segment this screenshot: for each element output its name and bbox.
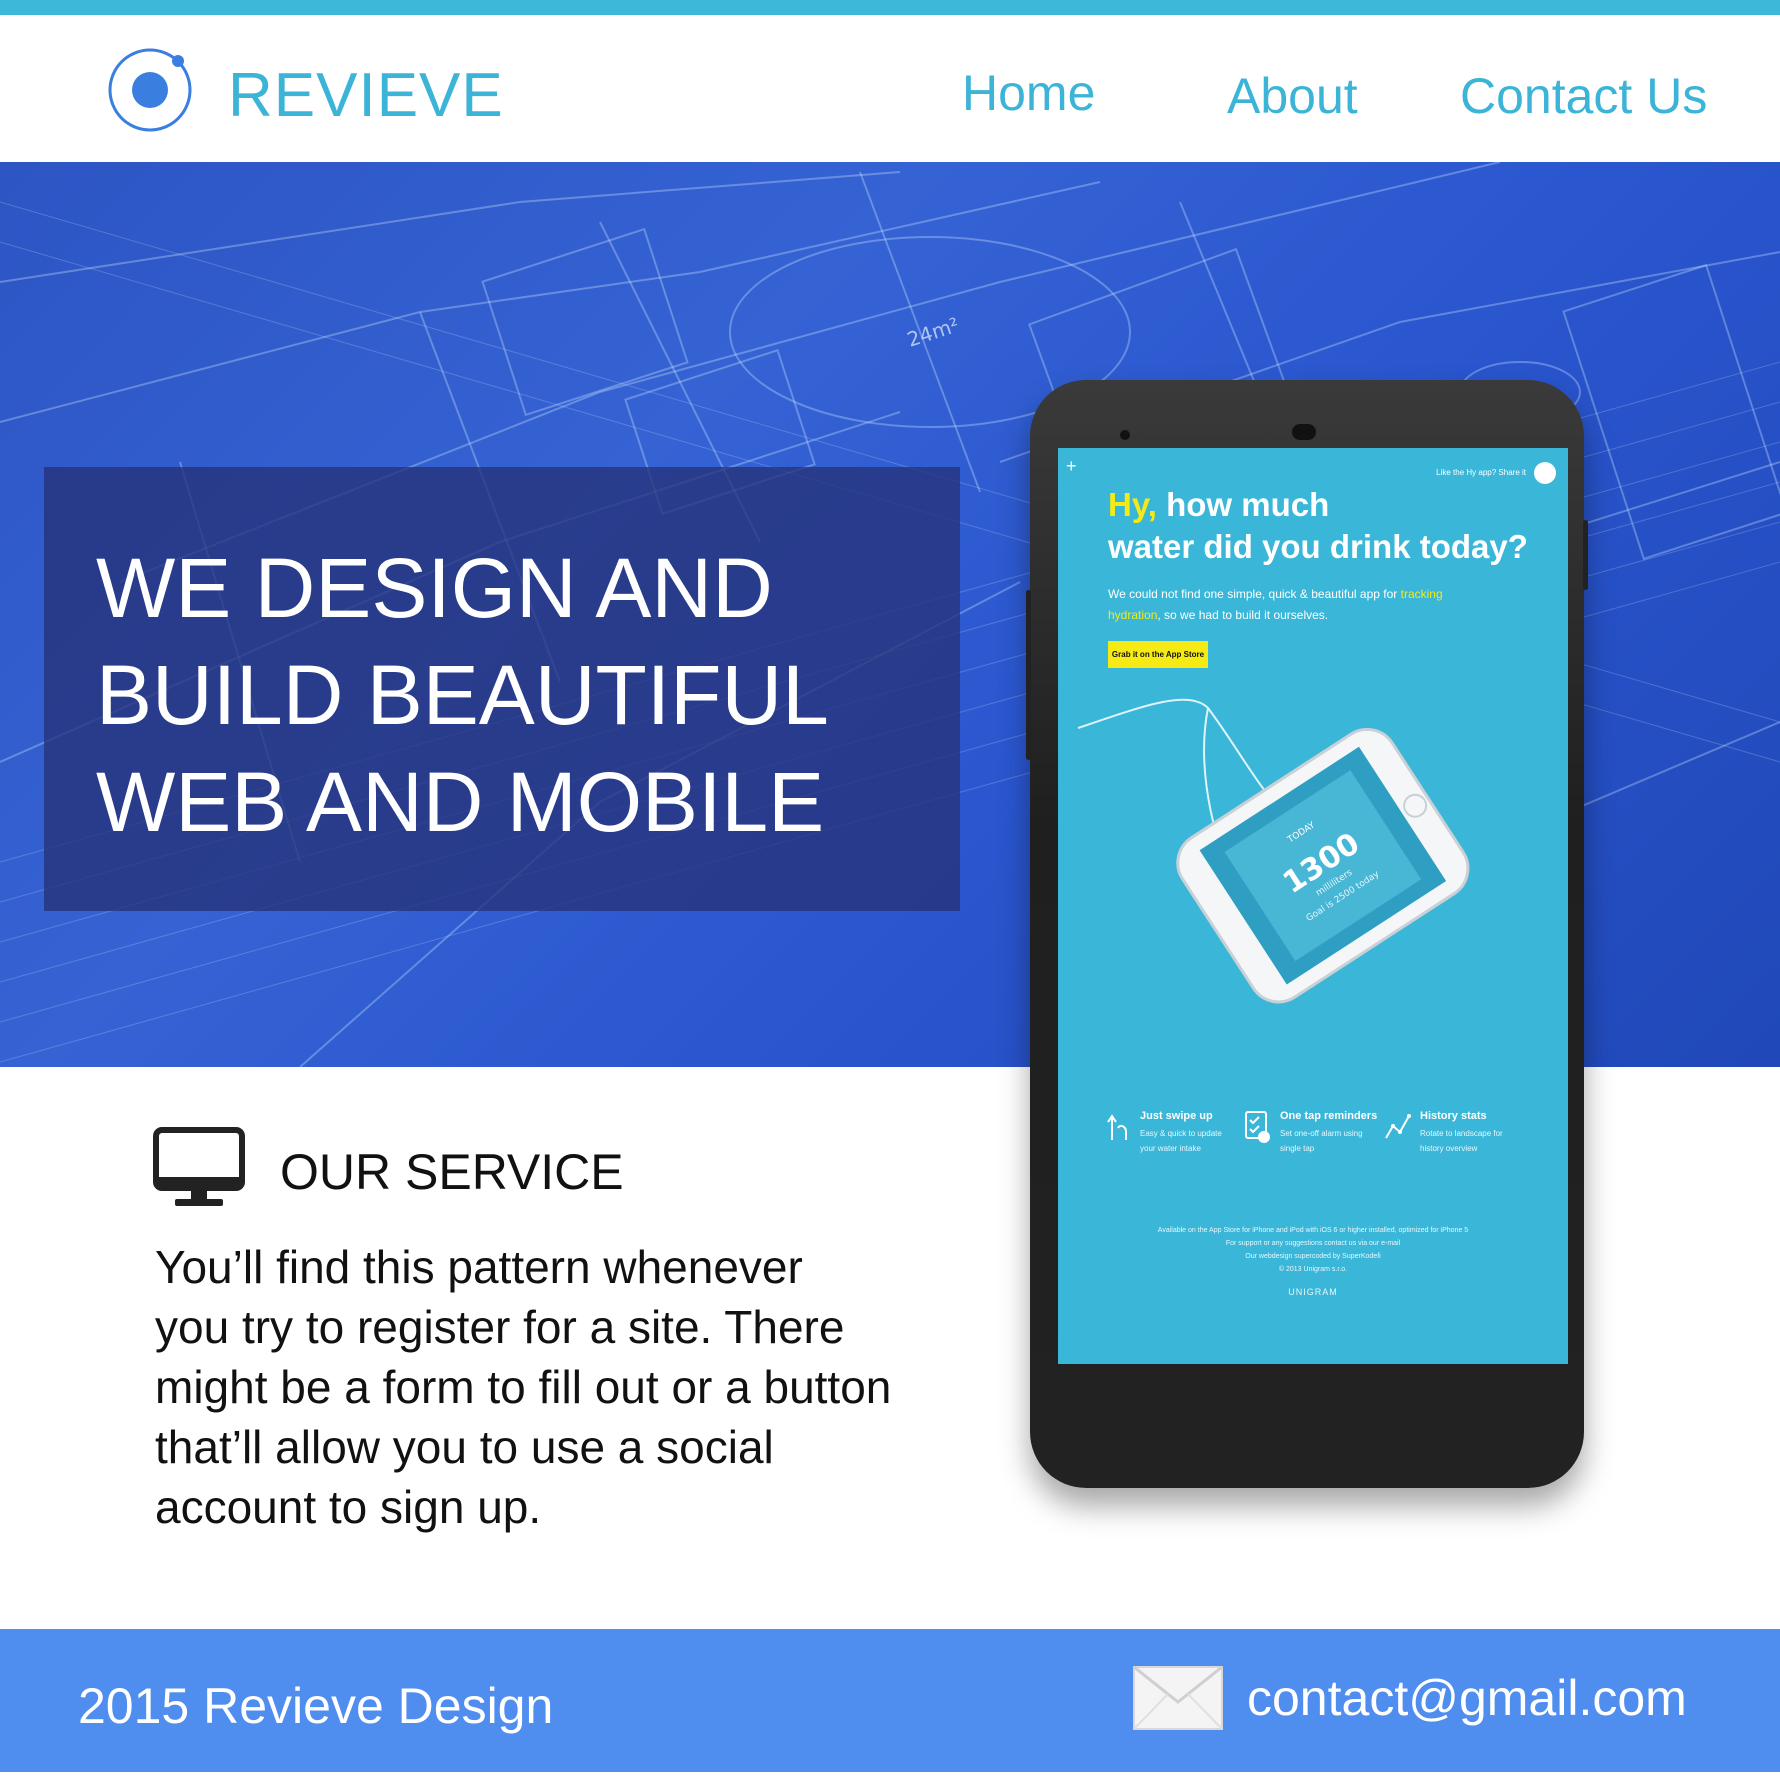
plus-icon: +: [1066, 456, 1077, 476]
feature-desc: Set one-off alarm using: [1280, 1129, 1363, 1138]
share-text[interactable]: Like the Hy app? Share it: [1436, 468, 1526, 477]
app-footer-line: © 2013 Unigram s.r.o.: [1278, 1266, 1348, 1273]
phone-side-button: [1583, 520, 1588, 590]
app-subtitle: We could not find one simple, quick & be…: [1108, 584, 1468, 626]
nav-about[interactable]: About: [1227, 67, 1358, 125]
hero-text-panel: WE DESIGN AND BUILD BEAUTIFUL WEB AND MO…: [44, 467, 960, 911]
feature-desc: history overview: [1420, 1144, 1478, 1153]
hero-headline: WE DESIGN AND BUILD BEAUTIFUL WEB AND MO…: [96, 535, 956, 856]
service-description-line: account to sign up.: [155, 1481, 542, 1533]
phone-camera: [1120, 430, 1130, 440]
app-footer: Available on the App Store for iPhone an…: [1058, 1224, 1568, 1299]
reminder-icon: [1244, 1110, 1272, 1144]
contact-email-link[interactable]: contact@gmail.com: [1247, 1669, 1687, 1727]
feature-title: Just swipe up: [1140, 1110, 1213, 1122]
phone-screen: + Like the Hy app? Share it Hy, how much…: [1058, 448, 1568, 1364]
service-description-line: You’ll find this pattern whenever: [155, 1241, 803, 1293]
feature-desc: Easy & quick to update: [1140, 1129, 1222, 1138]
phone-side-button: [1026, 590, 1031, 760]
feature-history: History stats Rotate to landscape for hi…: [1384, 1110, 1524, 1156]
service-description-line: you try to register for a site. There: [155, 1301, 845, 1353]
app-headline: Hy, how much water did you drink today?: [1108, 484, 1528, 568]
app-footer-line: Available on the App Store for iPhone an…: [1157, 1227, 1469, 1234]
feature-title: History stats: [1420, 1110, 1487, 1122]
nav-contact-us[interactable]: Contact Us: [1460, 67, 1707, 125]
brand-name[interactable]: REVIEVE: [228, 60, 504, 131]
feature-desc: your water intake: [1140, 1144, 1201, 1153]
site-footer: 2015 Revieve Design contact@gmail.com: [0, 1629, 1780, 1772]
hero-headline-line: WE DESIGN AND: [96, 541, 773, 635]
phone-speaker: [1292, 424, 1316, 440]
service-description-line: might be a form to fill out or a button: [155, 1361, 892, 1413]
app-headline-rest: how much: [1156, 486, 1330, 523]
service-title: OUR SERVICE: [280, 1144, 624, 1200]
hero-headline-line: WEB AND MOBILE: [96, 755, 825, 849]
app-footer-line: Our webdesign supercoded by SuperKodefi: [1245, 1253, 1381, 1260]
service-description-line: that’ll allow you to use a social: [155, 1421, 774, 1473]
app-headline-line2: water did you drink today?: [1108, 528, 1528, 565]
app-footer-line: For support or any suggestions contact u…: [1225, 1240, 1401, 1247]
hero-headline-line: BUILD BEAUTIFUL: [96, 648, 829, 742]
nav-home[interactable]: Home: [962, 64, 1095, 122]
logo-icon[interactable]: [106, 46, 194, 134]
app-logo: UNIGRAM: [1288, 1287, 1338, 1297]
feature-reminders: One tap reminders Set one-off alarm usin…: [1244, 1110, 1384, 1156]
feature-desc: Rotate to landscape for: [1420, 1129, 1503, 1138]
envelope-icon[interactable]: [1133, 1665, 1223, 1730]
site-header: REVIEVE Home About Contact Us: [0, 15, 1780, 162]
share-icon[interactable]: [1534, 462, 1556, 484]
chart-icon: [1384, 1110, 1412, 1144]
copyright: 2015 Revieve Design: [78, 1678, 554, 1734]
monitor-icon: [153, 1127, 245, 1211]
inner-phone-illustration: 1300 TODAY milliliters Goal is 2500 toda…: [1077, 698, 1470, 1004]
app-store-button[interactable]: Grab it on the App Store: [1108, 641, 1208, 668]
service-description: You’ll find this pattern whenever you tr…: [155, 1237, 975, 1537]
feature-title: One tap reminders: [1280, 1110, 1378, 1122]
feature-swipe: Just swipe up Easy & quick to update you…: [1104, 1110, 1244, 1156]
top-accent-bar: [0, 0, 1780, 15]
phone-mockup: + Like the Hy app? Share it Hy, how much…: [1026, 380, 1588, 1488]
app-headline-hy: Hy,: [1108, 486, 1157, 523]
swipe-icon: [1104, 1110, 1132, 1144]
app-subtitle-text: We could not find one simple, quick & be…: [1108, 587, 1401, 601]
app-subtitle-text: , so we had to build it ourselves.: [1157, 608, 1329, 622]
feature-desc: single tap: [1280, 1144, 1315, 1153]
svg-text:24m²: 24m²: [904, 313, 962, 352]
